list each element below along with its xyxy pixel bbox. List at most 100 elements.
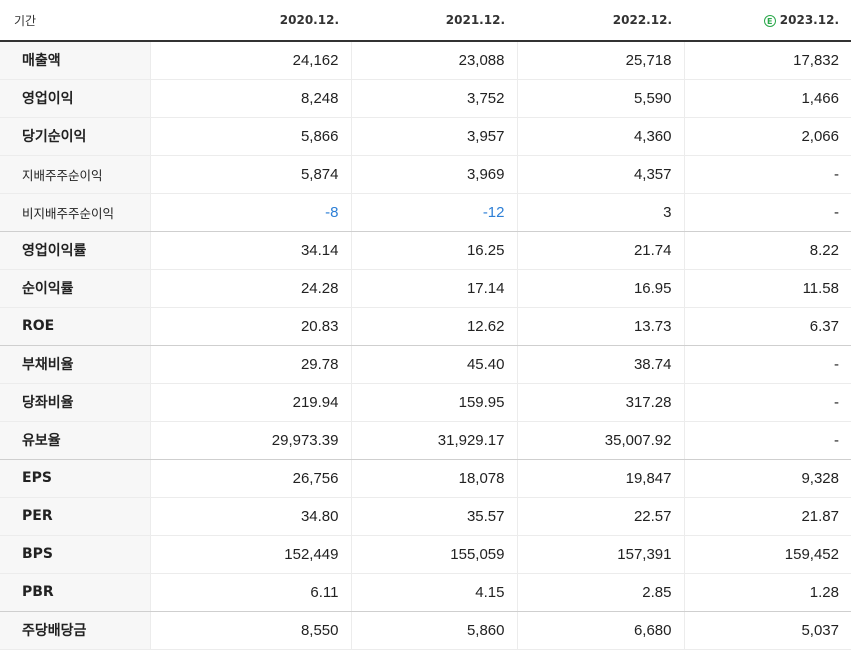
value-cell: 3,957	[350, 117, 517, 156]
value-cell: 17.14	[350, 269, 517, 308]
value-cell: 45.40	[350, 345, 517, 384]
value-cell: 2.85	[516, 573, 684, 612]
row-label: PER	[0, 497, 150, 536]
value-cell: 1,466	[683, 79, 851, 118]
row-label: 영업이익	[0, 79, 150, 118]
value-cell: 9,328	[683, 459, 851, 498]
table-row: PBR 6.11 4.15 2.85 1.28	[0, 573, 851, 612]
year-header-2020: 2020.12.	[150, 0, 351, 42]
value-cell: 16.95	[516, 269, 684, 308]
value-cell: 6,680	[516, 611, 684, 650]
value-cell: 21.74	[516, 231, 684, 270]
value-cell: 152,449	[149, 535, 351, 574]
table-row: ROE 20.83 12.62 13.73 6.37	[0, 307, 851, 346]
value-cell: 16.25	[350, 231, 517, 270]
year-header-2021: 2021.12.	[351, 0, 517, 42]
value-cell: 4,357	[516, 155, 684, 194]
value-cell: 219.94	[149, 383, 351, 422]
table-row: 지배주주순이익 5,874 3,969 4,357-	[0, 155, 851, 194]
row-label: 지배주주순이익	[0, 155, 150, 194]
value-cell: 4.15	[350, 573, 517, 612]
table-body: 매출액 24,162 23,088 25,718 17,832 영업이익 8,248 3,75…	[0, 41, 851, 650]
table-row: 매출액 24,162 23,088 25,718 17,832	[0, 41, 851, 80]
table-row: 영업이익 8,248 3,752 5,590 1,466	[0, 79, 851, 118]
row-label: 유보율	[0, 421, 150, 460]
value-cell: 23,088	[350, 41, 517, 80]
row-label: 당기순이익	[0, 117, 150, 156]
row-label: 매출액	[0, 41, 150, 80]
row-label: EPS	[0, 459, 150, 498]
value-cell: 29.78	[149, 345, 351, 384]
value-cell: -	[683, 383, 851, 422]
table-row: 주당배당금 8,550 5,860 6,680 5,037	[0, 611, 851, 650]
value-cell: 21.87	[683, 497, 851, 536]
table-header: 기간 2020.12. 2021.12. 2022.12. E 2023.12.	[0, 0, 851, 42]
header-row: 기간 2020.12. 2021.12. 2022.12. E 2023.12.	[0, 0, 851, 42]
table-row: 순이익률 24.28 17.14 16.95 11.58	[0, 269, 851, 308]
value-cell: 6.11	[149, 573, 351, 612]
value-cell: 5,874	[149, 155, 351, 194]
value-cell: 159,452	[683, 535, 851, 574]
value-cell: 25,718	[516, 41, 684, 80]
value-cell: 4,360	[516, 117, 684, 156]
value-cell: -	[683, 193, 851, 232]
table-row: PER 34.80 35.57 22.57 21.87	[0, 497, 851, 536]
value-cell: 8.22	[683, 231, 851, 270]
value-cell: 22.57	[516, 497, 684, 536]
table-row: 영업이익률 34.14 16.25 21.74 8.22	[0, 231, 851, 270]
value-cell: 159.95	[350, 383, 517, 422]
value-cell: 24.28	[149, 269, 351, 308]
year-header-2022: 2022.12.	[517, 0, 684, 42]
row-label: ROE	[0, 307, 150, 346]
value-cell: 155,059	[350, 535, 517, 574]
year-header-2023-label: 2023.12.	[779, 13, 839, 27]
value-cell: -8	[149, 193, 351, 232]
value-cell: 1.28	[683, 573, 851, 612]
value-cell: 19,847	[516, 459, 684, 498]
value-cell: 11.58	[683, 269, 851, 308]
value-cell: 34.80	[149, 497, 351, 536]
row-label: 비지배주주순이익	[0, 193, 150, 232]
table-row: 부채비율 29.78 45.40 38.74-	[0, 345, 851, 384]
table-row: 당좌비율 219.94 159.95 317.28-	[0, 383, 851, 422]
value-cell: 35.57	[350, 497, 517, 536]
value-cell: 5,590	[516, 79, 684, 118]
table-row: BPS 152,449 155,059 157,391 159,452	[0, 535, 851, 574]
year-header-2023-estimate: E 2023.12.	[684, 0, 851, 42]
value-cell: 5,037	[683, 611, 851, 650]
value-cell: 8,550	[149, 611, 351, 650]
value-cell: 3,752	[350, 79, 517, 118]
value-cell: 12.62	[350, 307, 517, 346]
table-row: EPS 26,756 18,078 19,847 9,328	[0, 459, 851, 498]
row-label: BPS	[0, 535, 150, 574]
value-cell: 20.83	[149, 307, 351, 346]
value-cell: 35,007.92	[516, 421, 684, 460]
table-row: 비지배주주순이익 -8 -12 3-	[0, 193, 851, 232]
period-label: 기간	[0, 0, 150, 42]
value-cell: 31,929.17	[350, 421, 517, 460]
value-cell: 157,391	[516, 535, 684, 574]
row-label: 주당배당금	[0, 611, 150, 650]
value-cell: 34.14	[149, 231, 351, 270]
value-cell: 13.73	[516, 307, 684, 346]
value-cell: 5,860	[350, 611, 517, 650]
value-cell: 6.37	[683, 307, 851, 346]
value-cell: 18,078	[350, 459, 517, 498]
value-cell: 24,162	[149, 41, 351, 80]
value-cell: 2,066	[683, 117, 851, 156]
value-cell: -	[683, 155, 851, 194]
table-row: 당기순이익 5,866 3,957 4,360 2,066	[0, 117, 851, 156]
value-cell: 317.28	[516, 383, 684, 422]
row-label: PBR	[0, 573, 150, 612]
row-label: 당좌비율	[0, 383, 150, 422]
estimate-badge-icon: E	[763, 15, 776, 27]
row-label: 순이익률	[0, 269, 150, 308]
value-cell: -12	[350, 193, 517, 232]
value-cell: 38.74	[516, 345, 684, 384]
value-cell: -	[683, 345, 851, 384]
row-label: 영업이익률	[0, 231, 150, 270]
value-cell: 17,832	[683, 41, 851, 80]
value-cell: 8,248	[149, 79, 351, 118]
value-cell: 3	[516, 193, 684, 232]
value-cell: 3,969	[350, 155, 517, 194]
